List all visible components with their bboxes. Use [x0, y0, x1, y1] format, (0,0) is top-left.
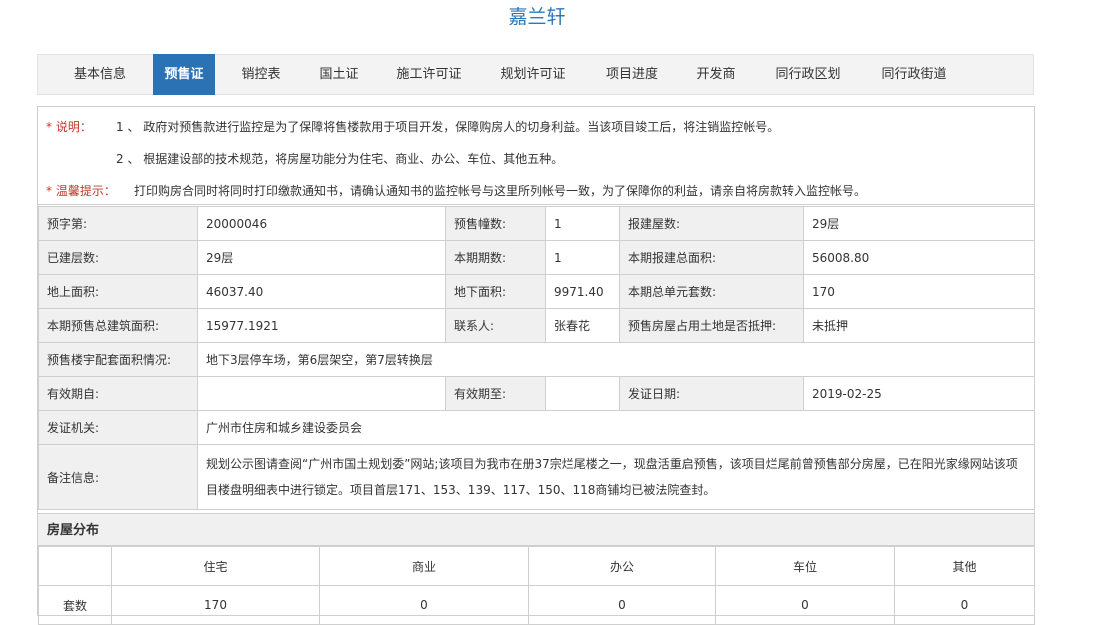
presale-area-value: 15977.1921	[197, 308, 446, 343]
column-header-parking: 车位	[715, 546, 895, 586]
mortgage-value: 未抵押	[803, 308, 1035, 343]
table-row: 发证机关: 广州市住房和城乡建设委员会	[38, 410, 1035, 445]
contact-value: 张春花	[545, 308, 620, 343]
table-row: 本期预售总建筑面积: 15977.1921 联系人: 张春花 预售房屋占用土地是…	[38, 308, 1035, 343]
units-other: 0	[894, 585, 1035, 625]
column-header-residential: 住宅	[111, 546, 320, 586]
table-row: 有效期自: 有效期至: 发证日期: 2019-02-25	[38, 376, 1035, 411]
valid-to-label: 有效期至:	[445, 376, 546, 411]
built-floors-label: 已建层数:	[38, 240, 198, 275]
reported-floors-value: 29层	[803, 206, 1035, 241]
column-header-other: 其他	[894, 546, 1035, 586]
total-units-label: 本期总单元套数:	[619, 274, 804, 309]
units-office: 0	[528, 585, 716, 625]
phase-count-label: 本期期数:	[445, 240, 546, 275]
note-label-explain: * 说明：	[46, 120, 92, 134]
reported-floors-label: 报建屋数:	[619, 206, 804, 241]
table-row: 已建层数: 29层 本期期数: 1 本期报建总面积: 56008.80	[38, 240, 1035, 275]
presale-no-label: 预字第:	[38, 206, 198, 241]
table-row: 套数 170 0 0 0 0	[38, 585, 1035, 625]
presale-info-table: 预字第: 20000046 预售幢数: 1 报建屋数: 29层 已建层数: 29…	[38, 206, 1035, 510]
table-row: 住宅 商业 办公 车位 其他	[38, 546, 1035, 586]
built-floors-value: 29层	[197, 240, 446, 275]
note-row-1: * 说明： 1 、 政府对预售款进行监控是为了保障将售楼款用于项目开发，保障购房…	[38, 117, 1028, 137]
presale-no-value: 20000046	[197, 206, 446, 241]
tab-project-progress[interactable]: 项目进度	[594, 55, 670, 94]
column-header-commercial: 商业	[319, 546, 529, 586]
notes-section: * 说明： 1 、 政府对预售款进行监控是为了保障将售楼款用于项目开发，保障购房…	[38, 107, 1034, 205]
page-title: 嘉兰轩	[508, 6, 566, 28]
distribution-heading: 房屋分布	[38, 513, 1034, 546]
tab-sales-control[interactable]: 销控表	[228, 55, 294, 94]
below-area-label: 地下面积:	[445, 274, 546, 309]
note-row-3: * 温馨提示： 打印购房合同时将同时打印缴款通知书，请确认通知书的监控帐号与这里…	[38, 181, 1028, 201]
above-area-label: 地上面积:	[38, 274, 198, 309]
tab-bar: 基本信息 预售证 销控表 国土证 施工许可证 规划许可证 项目进度 开发商 同行…	[37, 54, 1034, 95]
presale-buildings-value: 1	[545, 206, 620, 241]
above-area-value: 46037.40	[197, 274, 446, 309]
tab-same-street[interactable]: 同行政街道	[868, 55, 960, 94]
table-row: 地上面积: 46037.40 地下面积: 9971.40 本期总单元套数: 17…	[38, 274, 1035, 309]
valid-to-value	[545, 376, 620, 411]
note-line-2: 2 、 根据建设部的技术规范，将房屋功能分为住宅、商业、办公、车位、其他五种。	[116, 152, 564, 166]
total-area-value: 56008.80	[803, 240, 1035, 275]
units-parking: 0	[715, 585, 895, 625]
below-area-value: 9971.40	[545, 274, 620, 309]
phase-count-value: 1	[545, 240, 620, 275]
note-line-3: 打印购房合同时将同时打印缴款通知书，请确认通知书的监控帐号与这里所列帐号一致，为…	[134, 184, 867, 198]
units-residential: 170	[111, 585, 320, 625]
presale-buildings-label: 预售幢数:	[445, 206, 546, 241]
remark-value: 规划公示图请查阅“广州市国土规划委”网站;该项目为我市在册37宗烂尾楼之一，现盘…	[197, 444, 1035, 510]
issue-date-value: 2019-02-25	[803, 376, 1035, 411]
mortgage-label: 预售房屋占用土地是否抵押:	[619, 308, 804, 343]
total-units-value: 170	[803, 274, 1035, 309]
facilities-value: 地下3层停车场，第6层架空，第7层转换层	[197, 342, 1035, 377]
presale-area-label: 本期预售总建筑面积:	[38, 308, 198, 343]
total-area-label: 本期报建总面积:	[619, 240, 804, 275]
table-row: 预字第: 20000046 预售幢数: 1 报建屋数: 29层	[38, 206, 1035, 241]
tab-construction-permit[interactable]: 施工许可证	[384, 55, 474, 94]
contact-label: 联系人:	[445, 308, 546, 343]
column-header-office: 办公	[528, 546, 716, 586]
issue-date-label: 发证日期:	[619, 376, 804, 411]
issuer-value: 广州市住房和城乡建设委员会	[197, 410, 1035, 445]
table-row: 备注信息: 规划公示图请查阅“广州市国土规划委”网站;该项目为我市在册37宗烂尾…	[38, 444, 1035, 510]
tab-developer[interactable]: 开发商	[684, 55, 748, 94]
issuer-label: 发证机关:	[38, 410, 198, 445]
tab-basic-info[interactable]: 基本信息	[58, 55, 142, 94]
tab-land-certificate[interactable]: 国土证	[306, 55, 372, 94]
facilities-label: 预售楼宇配套面积情况:	[38, 342, 198, 377]
tab-planning-permit[interactable]: 规划许可证	[488, 55, 578, 94]
tab-presale-permit[interactable]: 预售证	[153, 54, 215, 95]
remark-label: 备注信息:	[38, 444, 198, 510]
valid-from-value	[197, 376, 446, 411]
header-blank-cell	[38, 546, 112, 586]
row-label-units: 套数	[38, 585, 112, 625]
distribution-table: 住宅 商业 办公 车位 其他 套数 170 0 0 0 0	[38, 546, 1035, 625]
units-commercial: 0	[319, 585, 529, 625]
table-row: 预售楼宇配套面积情况: 地下3层停车场，第6层架空，第7层转换层	[38, 342, 1035, 377]
tab-same-district[interactable]: 同行政区划	[762, 55, 854, 94]
valid-from-label: 有效期自:	[38, 376, 198, 411]
note-label-tip: * 温馨提示：	[46, 184, 116, 198]
note-row-2: 2 、 根据建设部的技术规范，将房屋功能分为住宅、商业、办公、车位、其他五种。	[38, 149, 1028, 169]
note-line-1: 1 、 政府对预售款进行监控是为了保障将售楼款用于项目开发，保障购房人的切身利益…	[116, 120, 780, 134]
